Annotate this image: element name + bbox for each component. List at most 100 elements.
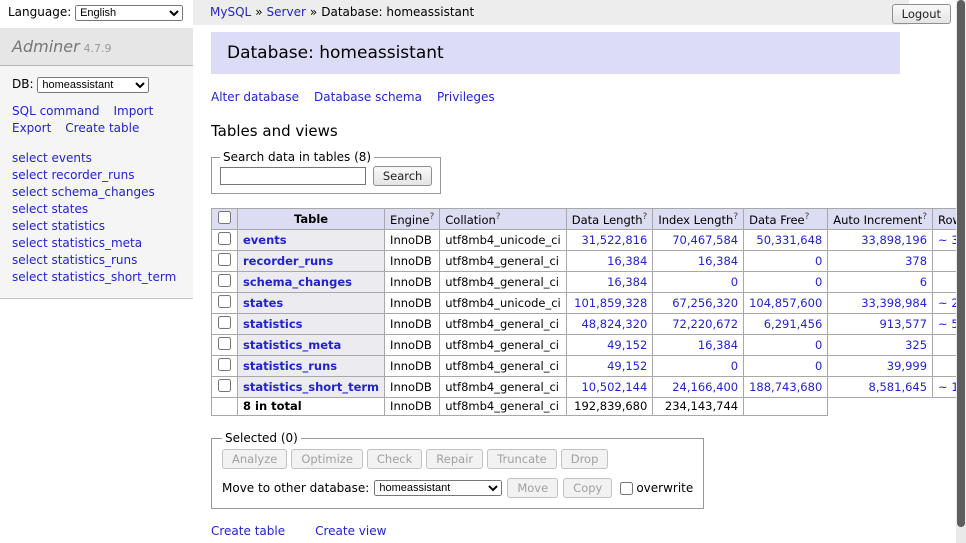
data-length-link[interactable]: 49,152 — [607, 338, 647, 352]
auto-increment-link[interactable]: 39,999 — [887, 359, 927, 373]
row-checkbox[interactable] — [218, 232, 231, 245]
index-length-link[interactable]: 70,467,584 — [672, 233, 738, 247]
data-length-link[interactable]: 101,859,328 — [574, 296, 647, 310]
index-length-link[interactable]: 67,256,320 — [672, 296, 738, 310]
sidebar-select-events-link[interactable]: select events — [12, 150, 181, 167]
db-select[interactable]: homeassistant — [37, 77, 149, 93]
move-db-select[interactable]: homeassistant — [374, 480, 502, 496]
row-checkbox[interactable] — [218, 337, 231, 350]
collation-cell: utf8mb4_general_ci — [440, 272, 567, 293]
select-all-checkbox[interactable] — [218, 211, 231, 224]
data-length-link[interactable]: 48,824,320 — [581, 317, 647, 331]
create-table-link[interactable]: Create table — [65, 121, 139, 135]
breadcrumb-server-link[interactable]: Server — [267, 5, 306, 19]
tables-footer-row: 8 in totalInnoDButf8mb4_general_ci192,83… — [212, 398, 957, 416]
language-select[interactable]: English — [75, 5, 183, 21]
table-name-link[interactable]: events — [243, 233, 287, 247]
help-link[interactable]: ? — [733, 212, 738, 222]
scrollbar-thumb[interactable] — [957, 0, 965, 527]
optimize-button[interactable]: Optimize — [291, 449, 363, 469]
drop-button[interactable]: Drop — [561, 449, 609, 469]
sidebar-select-schema-changes-link[interactable]: select schema_changes — [12, 184, 181, 201]
privileges-link[interactable]: Privileges — [437, 90, 495, 104]
data-length-link[interactable]: 49,152 — [607, 359, 647, 373]
breadcrumb-mysql-link[interactable]: MySQL — [210, 5, 251, 19]
sidebar-select-statistics-meta-link[interactable]: select statistics_meta — [12, 235, 181, 252]
sql-command-link[interactable]: SQL command — [12, 104, 99, 118]
table-name-link[interactable]: recorder_runs — [243, 254, 333, 268]
analyze-button[interactable]: Analyze — [222, 449, 287, 469]
index-length-link[interactable]: 72,220,672 — [672, 317, 738, 331]
alter-database-link[interactable]: Alter database — [211, 90, 299, 104]
rows-link[interactable]: ~ 569,159 — [938, 317, 956, 331]
data-free-link[interactable]: 0 — [815, 338, 822, 352]
auto-increment-link[interactable]: 325 — [905, 338, 927, 352]
rows-link[interactable]: ~ 136,108 — [938, 380, 956, 394]
data-length-link[interactable]: 31,522,816 — [581, 233, 647, 247]
truncate-button[interactable]: Truncate — [487, 449, 557, 469]
table-name-link[interactable]: states — [243, 296, 283, 310]
table-name-link[interactable]: statistics — [243, 317, 303, 331]
data-length-link[interactable]: 16,384 — [607, 275, 647, 289]
sidebar-select-recorder-runs-link[interactable]: select recorder_runs — [12, 167, 181, 184]
data-free-link[interactable]: 6,291,456 — [764, 317, 823, 331]
row-checkbox[interactable] — [218, 253, 231, 266]
auto-increment-link[interactable]: 8,581,645 — [869, 380, 928, 394]
data-free-link[interactable]: 0 — [815, 359, 822, 373]
help-link[interactable]: ? — [805, 212, 810, 222]
auto-increment-link[interactable]: 913,577 — [879, 317, 927, 331]
sidebar-select-statistics-runs-link[interactable]: select statistics_runs — [12, 252, 181, 269]
data-free-link[interactable]: 104,857,600 — [749, 296, 822, 310]
column-header-engine: Engine? — [385, 209, 440, 230]
table-name-link[interactable]: schema_changes — [243, 275, 352, 289]
data-length-link[interactable]: 10,502,144 — [581, 380, 647, 394]
row-checkbox[interactable] — [218, 295, 231, 308]
help-link[interactable]: ? — [496, 212, 501, 222]
create-view-link[interactable]: Create view — [315, 524, 386, 538]
help-link[interactable]: ? — [643, 212, 648, 222]
rows-link[interactable]: ~ 312,180 — [938, 233, 956, 247]
data-length-link[interactable]: 16,384 — [607, 254, 647, 268]
logout-button[interactable]: Logout — [892, 4, 951, 24]
auto-increment-link[interactable]: 33,898,196 — [861, 233, 927, 247]
move-button[interactable]: Move — [507, 478, 558, 498]
table-name-link[interactable]: statistics_runs — [243, 359, 337, 373]
help-link[interactable]: ? — [429, 212, 434, 222]
help-link[interactable]: ? — [922, 212, 927, 222]
sidebar-select-statistics-link[interactable]: select statistics — [12, 218, 181, 235]
sidebar-select-states-link[interactable]: select states — [12, 201, 181, 218]
search-button[interactable]: Search — [373, 166, 433, 186]
row-checkbox[interactable] — [218, 358, 231, 371]
repair-button[interactable]: Repair — [426, 449, 483, 469]
selected-legend: Selected (0) — [222, 431, 301, 445]
data-free-link[interactable]: 0 — [815, 275, 822, 289]
database-schema-link[interactable]: Database schema — [314, 90, 422, 104]
overwrite-checkbox[interactable] — [620, 482, 633, 495]
data-free-link[interactable]: 188,743,680 — [749, 380, 822, 394]
check-button[interactable]: Check — [367, 449, 422, 469]
row-checkbox[interactable] — [218, 316, 231, 329]
search-input[interactable] — [220, 167, 366, 185]
scrollbar[interactable] — [956, 0, 966, 543]
copy-button[interactable]: Copy — [563, 478, 612, 498]
data-free-link[interactable]: 50,331,648 — [756, 233, 822, 247]
auto-increment-link[interactable]: 6 — [920, 275, 927, 289]
auto-increment-link[interactable]: 378 — [905, 254, 927, 268]
index-length-link[interactable]: 0 — [731, 275, 738, 289]
row-checkbox[interactable] — [218, 274, 231, 287]
create-table-link[interactable]: Create table — [211, 524, 285, 538]
total-engine: InnoDB — [385, 398, 440, 416]
index-length-link[interactable]: 0 — [731, 359, 738, 373]
data-free-link[interactable]: 0 — [815, 254, 822, 268]
row-checkbox[interactable] — [218, 379, 231, 392]
index-length-link[interactable]: 24,166,400 — [672, 380, 738, 394]
index-length-link[interactable]: 16,384 — [698, 254, 738, 268]
table-name-link[interactable]: statistics_meta — [243, 338, 341, 352]
import-link[interactable]: Import — [113, 104, 153, 118]
export-link[interactable]: Export — [12, 121, 51, 135]
table-name-link[interactable]: statistics_short_term — [243, 380, 379, 394]
sidebar-select-statistics-short-term-link[interactable]: select statistics_short_term — [12, 269, 181, 286]
rows-link[interactable]: ~ 299,833 — [938, 296, 956, 310]
index-length-link[interactable]: 16,384 — [698, 338, 738, 352]
auto-increment-link[interactable]: 33,398,984 — [861, 296, 927, 310]
